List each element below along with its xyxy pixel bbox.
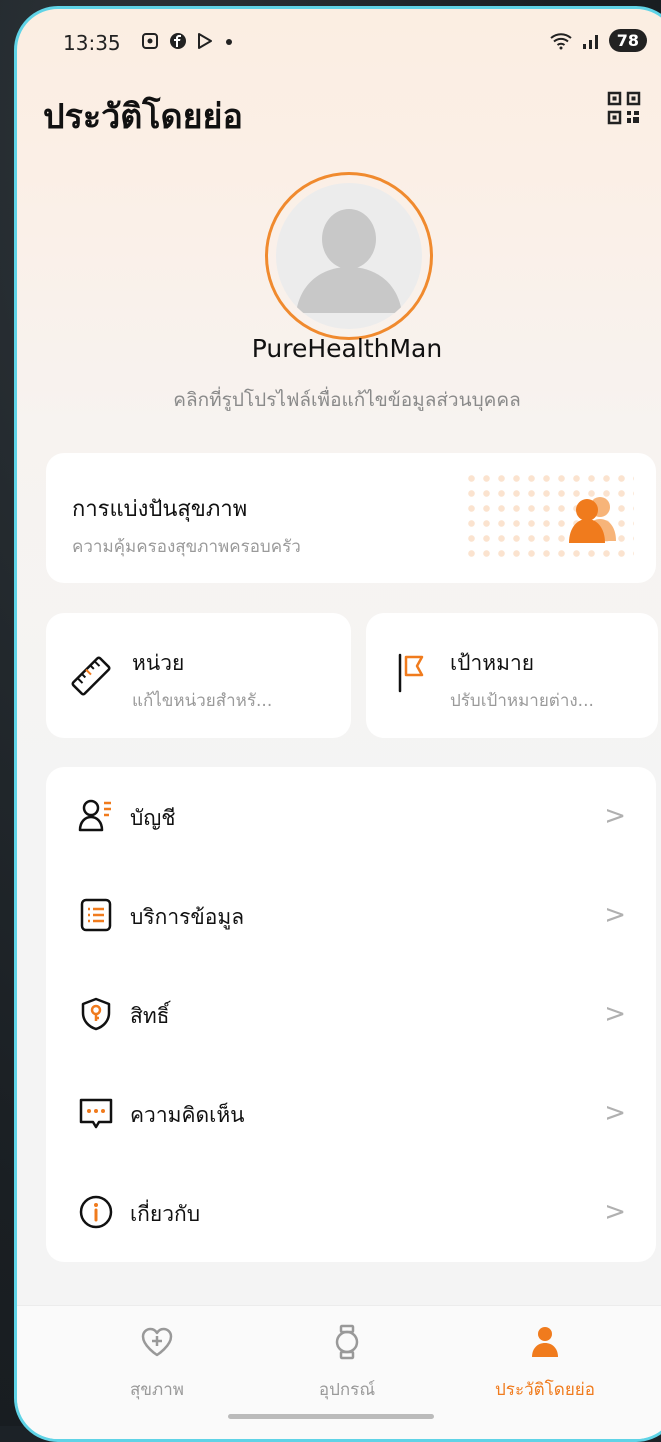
menu-label-about: เกี่ยวกับ (130, 1202, 201, 1226)
nav-tab-device[interactable]: อุปกรณ์ (247, 1324, 447, 1424)
play-store-icon (198, 33, 213, 49)
goal-subtitle: ปรับเป้าหมายต่าง... (450, 691, 594, 711)
page-title: ประวัติโดยย่อ (43, 97, 243, 137)
feedback-icon (79, 1098, 113, 1129)
qr-code-icon[interactable] (607, 91, 641, 125)
menu-label-account: บัญชี (130, 806, 176, 830)
nav-label-device: อุปกรณ์ (318, 1380, 376, 1400)
facebook-icon (169, 33, 186, 49)
goal-title: เป้าหมาย (450, 651, 535, 675)
menu-label-data-service: บริการข้อมูล (130, 905, 245, 929)
dot-icon (226, 39, 233, 45)
health-share-subtitle: ความคุ้มครองสุขภาพครอบครัว (72, 537, 301, 557)
unit-title: หน่วย (132, 651, 185, 675)
chevron-right-icon: > (604, 1098, 626, 1128)
chevron-right-icon: > (604, 1197, 626, 1227)
avatar-placeholder (276, 183, 422, 329)
permission-shield-icon (81, 997, 111, 1031)
heart-plus-icon (141, 1327, 173, 1357)
profile-hint: คลิกที่รูปโปรไฟล์เพื่อแก้ไขข้อมูลส่วนบุค… (173, 389, 521, 411)
chevron-right-icon: > (604, 801, 626, 831)
nav-label-health: สุขภาพ (130, 1380, 184, 1400)
menu-item-permission[interactable]: สิทธิ์ > (46, 965, 656, 1064)
account-icon (78, 799, 111, 832)
goal-tile[interactable]: เป้าหมาย ปรับเป้าหมายต่าง... (366, 613, 658, 738)
flag-icon (398, 653, 424, 693)
person-icon (532, 1327, 558, 1357)
status-bar: 13:35 78 (17, 9, 661, 81)
menu-label-permission: สิทธิ์ (130, 1004, 170, 1028)
menu-label-feedback: ความคิดเห็น (130, 1103, 245, 1127)
username[interactable]: PureHealthMan (17, 334, 661, 363)
unit-tile[interactable]: หน่วย แก้ไขหน่วยสำหรั... (46, 613, 351, 738)
data-service-icon (80, 898, 112, 932)
chevron-right-icon: > (604, 900, 626, 930)
health-share-card[interactable]: การแบ่งปันสุขภาพ ความคุ้มครองสุขภาพครอบค… (46, 453, 656, 583)
status-right: 78 (549, 29, 647, 52)
menu-item-about[interactable]: เกี่ยวกับ > (46, 1163, 656, 1262)
bottom-navigation: สุขภาพ อุปกรณ์ ประวัติโดยย่อ (17, 1305, 661, 1439)
notification-icons (141, 31, 234, 52)
nav-tab-profile[interactable]: ประวัติโดยย่อ (445, 1324, 645, 1424)
family-icon (569, 497, 616, 543)
wifi-icon (550, 32, 572, 49)
health-share-title: การแบ่งปันสุขภาพ (72, 497, 248, 522)
info-icon (79, 1195, 113, 1229)
menu-item-feedback[interactable]: ความคิดเห็น > (46, 1064, 656, 1163)
nav-tab-health[interactable]: สุขภาพ (57, 1324, 257, 1424)
unit-subtitle: แก้ไขหน่วยสำหรั... (132, 691, 273, 711)
settings-menu: บัญชี > บริการข้อมูล > สิทธิ์ > ความคิดเ… (46, 767, 656, 1262)
avatar[interactable] (265, 172, 433, 340)
chevron-right-icon: > (604, 999, 626, 1029)
menu-item-account[interactable]: บัญชี > (46, 767, 656, 866)
screenshot-icon (142, 33, 158, 49)
status-time: 13:35 (63, 31, 121, 55)
watch-icon (335, 1324, 359, 1360)
menu-item-data-service[interactable]: บริการข้อมูล > (46, 866, 656, 965)
nav-label-profile: ประวัติโดยย่อ (495, 1380, 595, 1400)
ruler-icon (71, 656, 111, 696)
phone-screen: 13:35 78 ประวัติโดยย่อ PureHealthMan คลิ… (14, 6, 661, 1442)
default-user-icon (296, 209, 402, 313)
battery-level: 78 (608, 29, 647, 52)
signal-icon (582, 34, 598, 49)
home-indicator[interactable] (228, 1414, 434, 1419)
